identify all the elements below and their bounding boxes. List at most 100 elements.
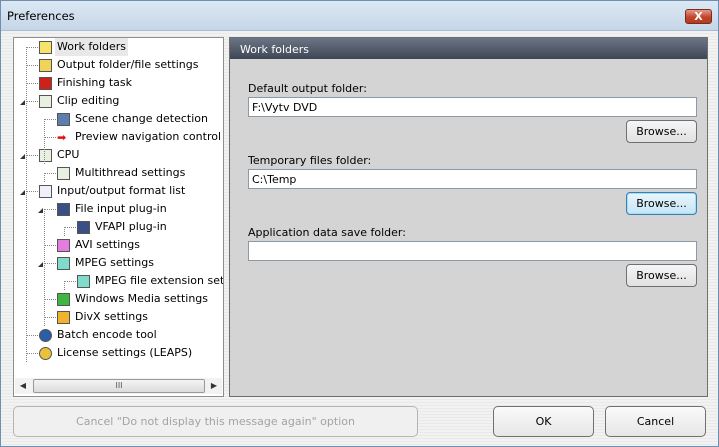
film-icon [57, 113, 70, 126]
tree-item-label: Batch encode tool [57, 328, 157, 341]
scroll-thumb[interactable]: III [33, 379, 205, 393]
tree-connector [44, 245, 56, 246]
tree-item[interactable]: Work folders [14, 38, 223, 56]
tree-item[interactable]: Multithread settings [14, 164, 223, 182]
power-icon [39, 77, 52, 90]
tree-item-label: Clip editing [57, 94, 120, 107]
tree-item[interactable]: VFAPI plug-in [14, 218, 223, 236]
folder-icon [39, 41, 52, 54]
tree-item-label: Windows Media settings [75, 292, 208, 305]
scroll-left-arrow-icon[interactable]: ◀ [15, 378, 31, 394]
tree-item-label: Input/output format list [57, 184, 186, 197]
expanded-arrow-icon[interactable] [20, 100, 25, 105]
tree-connector [44, 263, 56, 264]
default-output-folder-input[interactable] [248, 97, 697, 117]
tree-item[interactable]: MPEG settings [14, 254, 223, 272]
tree-item[interactable]: File input plug-in [14, 200, 223, 218]
tree-connector [26, 191, 38, 192]
tree-item-label: VFAPI plug-in [95, 220, 167, 233]
cancel-button[interactable]: Cancel [605, 406, 706, 437]
mpeg-file-icon [77, 275, 90, 288]
tree-guide-line [64, 281, 65, 290]
expanded-arrow-icon[interactable] [38, 208, 43, 213]
tree-guide-line [64, 227, 65, 236]
tree-connector [64, 281, 76, 282]
tree-connector [64, 227, 76, 228]
tree-connector [26, 155, 38, 156]
tree-guide-line [44, 173, 45, 182]
wm-file-icon [57, 293, 70, 306]
edit-icon [39, 149, 52, 162]
red-arrow-icon: ➡ [57, 131, 70, 144]
avi-file-icon [57, 239, 70, 252]
work-folders-panel: Work folders Default output folder: Brow… [229, 37, 708, 397]
horizontal-scrollbar[interactable]: ◀ III ▶ [15, 378, 222, 394]
browse-output-button[interactable]: Browse... [626, 120, 697, 143]
clock-icon [39, 329, 52, 342]
tree-guide-line [44, 119, 45, 164]
tree-connector [26, 353, 38, 354]
expanded-arrow-icon[interactable] [20, 190, 25, 195]
tree-item[interactable]: Finishing task [14, 74, 223, 92]
temp-folder-label: Temporary files folder: [248, 154, 372, 167]
tree-item[interactable]: CPU [14, 146, 223, 164]
plugin-icon [77, 221, 90, 234]
tree-item-label: AVI settings [75, 238, 140, 251]
settings-tree[interactable]: Work folders Output folder/file settings F… [13, 37, 224, 397]
edit-icon [57, 167, 70, 180]
tree-item-label: Preview navigation control [75, 130, 222, 143]
tree-connector [26, 101, 38, 102]
expanded-arrow-icon[interactable] [20, 154, 25, 159]
close-button[interactable]: X [685, 9, 712, 24]
temp-folder-input[interactable] [248, 169, 697, 189]
list-icon [39, 185, 52, 198]
tree-item[interactable]: Output folder/file settings [14, 56, 223, 74]
tree-connector [44, 299, 56, 300]
tree-item-label: DivX settings [75, 310, 148, 323]
ok-button[interactable]: OK [493, 406, 594, 437]
mpeg-file-icon [57, 257, 70, 270]
default-output-folder-label: Default output folder: [248, 82, 367, 95]
tree-connector [44, 317, 56, 318]
tree-connector [26, 47, 38, 48]
tree-connector [44, 173, 56, 174]
tree-item-label: License settings (LEAPS) [57, 346, 193, 359]
tree-item-label: Scene change detection [75, 112, 208, 125]
expanded-arrow-icon[interactable] [38, 262, 43, 267]
tree-item[interactable]: License settings (LEAPS) [14, 344, 223, 362]
tree-item[interactable]: ➡ Preview navigation control [14, 128, 223, 146]
tree-connector [26, 335, 38, 336]
tree-item-label: MPEG settings [75, 256, 154, 269]
app-data-folder-label: Application data save folder: [248, 226, 406, 239]
title-bar: Preferences X [1, 1, 718, 31]
tree-item-label: Output folder/file settings [57, 58, 199, 71]
tree-item[interactable]: Batch encode tool [14, 326, 223, 344]
browse-temp-button[interactable]: Browse... [626, 192, 697, 215]
key-icon [39, 347, 52, 360]
cancel-dont-display-message-button[interactable]: Cancel "Do not display this message agai… [13, 406, 418, 437]
scroll-right-arrow-icon[interactable]: ▶ [206, 378, 222, 394]
tree-item[interactable]: AVI settings [14, 236, 223, 254]
tree-connector [26, 83, 38, 84]
tree-item[interactable]: Input/output format list [14, 182, 223, 200]
folder-file-icon [39, 59, 52, 72]
tree-item-label: Work folders [55, 38, 129, 56]
window-title: Preferences [7, 9, 75, 23]
app-data-folder-input[interactable] [248, 241, 697, 261]
tree-item[interactable]: Scene change detection [14, 110, 223, 128]
panel-title: Work folders [230, 38, 707, 59]
preferences-window: Preferences X Work folders Output folder/… [0, 0, 719, 447]
tree-item-label: CPU [57, 148, 80, 161]
browse-app-data-button[interactable]: Browse... [626, 264, 697, 287]
tree-item-label: Multithread settings [75, 166, 186, 179]
tree-item[interactable]: DivX settings [14, 308, 223, 326]
tree-item-label: File input plug-in [75, 202, 167, 215]
tree-connector [44, 137, 56, 138]
tree-item[interactable]: MPEG file extension settings [14, 272, 224, 290]
tree-item[interactable]: Clip editing [14, 92, 223, 110]
tree-item[interactable]: Windows Media settings [14, 290, 223, 308]
edit-icon [39, 95, 52, 108]
tree-guide-line [44, 209, 45, 326]
tree-item-label: MPEG file extension settings [95, 274, 224, 287]
tree-connector [26, 65, 38, 66]
